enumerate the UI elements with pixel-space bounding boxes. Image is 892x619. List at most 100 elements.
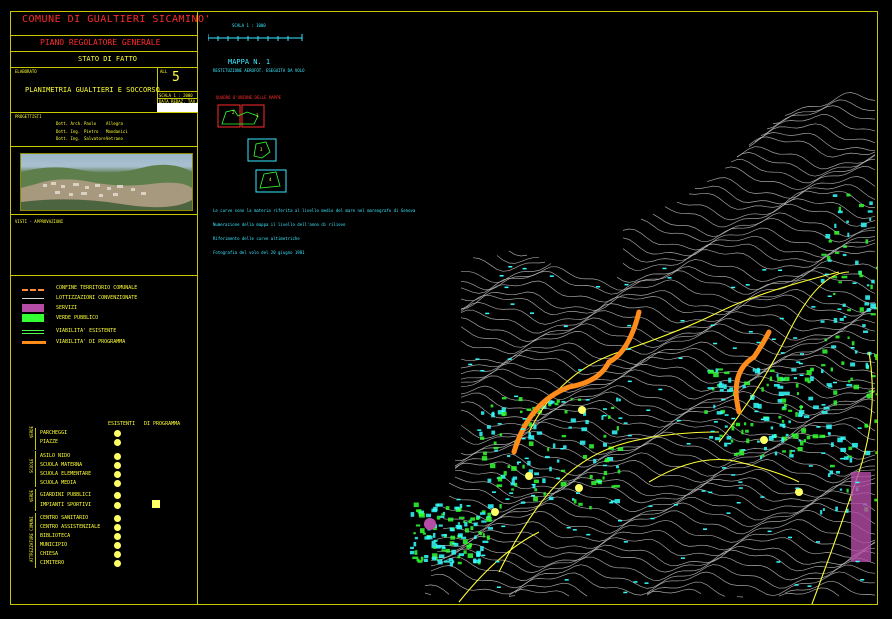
service-label: GIARDINI PUBBLICI — [40, 492, 92, 498]
elevation-label — [514, 395, 519, 398]
building — [589, 444, 594, 449]
elevation-label — [821, 404, 826, 406]
contour-line — [652, 212, 876, 238]
building — [843, 245, 847, 248]
contour-line — [437, 536, 876, 558]
building — [507, 465, 510, 469]
building — [846, 193, 851, 197]
elevation-label — [509, 492, 514, 494]
divider — [10, 112, 198, 113]
building — [420, 556, 424, 561]
elevation-label — [501, 410, 506, 412]
existing-marker — [114, 542, 121, 549]
building — [837, 437, 843, 443]
building — [457, 533, 463, 537]
building — [801, 428, 807, 433]
building — [511, 466, 517, 471]
elevation-label — [531, 483, 536, 486]
building — [465, 528, 469, 533]
building — [478, 531, 481, 534]
building — [554, 402, 559, 406]
elevation-label — [678, 357, 683, 359]
stato-title: STATO DI FATTO — [78, 55, 138, 63]
building — [473, 524, 478, 527]
elevation-label — [741, 449, 746, 451]
legend-swatch-verde — [22, 314, 44, 322]
building — [441, 549, 447, 552]
group-bracket — [35, 513, 36, 568]
progettisti-label: PROGETTISTI — [15, 114, 42, 119]
elevation-label — [816, 541, 820, 543]
building — [724, 371, 730, 375]
building — [549, 466, 552, 472]
elevation-label — [821, 452, 826, 454]
elevation-label — [807, 585, 812, 587]
building — [556, 399, 560, 403]
service-area — [424, 518, 436, 530]
col-header-program: DI PROGRAMMA — [144, 421, 181, 427]
building — [437, 559, 443, 562]
building — [875, 451, 877, 455]
elevation-label — [710, 324, 715, 326]
building — [410, 546, 414, 550]
building — [769, 376, 773, 381]
building — [840, 447, 847, 452]
elevation-label — [780, 352, 785, 354]
elevation-label — [644, 582, 649, 584]
elevation-label — [623, 591, 628, 594]
building — [810, 367, 814, 372]
building — [707, 387, 714, 390]
elevation-label — [767, 530, 772, 533]
building — [431, 556, 437, 561]
building — [507, 455, 511, 458]
existing-marker — [114, 551, 121, 558]
building — [859, 204, 864, 208]
contour-line — [460, 346, 876, 371]
building — [470, 517, 476, 521]
building — [496, 484, 503, 488]
building — [761, 387, 764, 392]
building — [481, 520, 487, 523]
elevation-label — [618, 520, 622, 522]
building — [874, 498, 877, 502]
building — [820, 320, 825, 323]
building — [719, 381, 722, 385]
building — [564, 410, 568, 414]
elevation-label — [597, 480, 602, 483]
progettista-title: Dott. Ing. — [56, 129, 81, 134]
elevation-label — [827, 295, 832, 297]
contour-line — [664, 203, 876, 228]
elevation-label — [795, 487, 800, 489]
building — [714, 437, 721, 441]
building — [791, 433, 794, 438]
building — [603, 442, 607, 447]
elevation-label — [713, 342, 718, 345]
building — [793, 433, 799, 439]
legend-swatch-servizi — [22, 304, 44, 312]
scale-text: SCALA 1 : 2000 — [159, 93, 193, 98]
building — [770, 426, 774, 430]
building — [440, 515, 445, 518]
building — [614, 484, 620, 488]
building — [589, 506, 592, 510]
building — [593, 458, 597, 464]
elevation-label — [517, 461, 521, 463]
building — [846, 383, 853, 387]
building — [871, 279, 875, 284]
building — [616, 397, 619, 402]
building — [708, 370, 714, 374]
building — [863, 330, 869, 333]
building — [526, 408, 532, 411]
divider — [10, 67, 198, 68]
building — [487, 504, 494, 509]
elevation-label — [521, 437, 526, 440]
building — [433, 539, 438, 542]
building — [812, 434, 819, 439]
elevation-label — [731, 474, 736, 476]
building — [778, 391, 784, 396]
building — [841, 361, 845, 365]
building — [494, 449, 498, 452]
elevation-label — [860, 579, 865, 581]
elevation-label — [750, 398, 755, 400]
building — [412, 556, 419, 560]
